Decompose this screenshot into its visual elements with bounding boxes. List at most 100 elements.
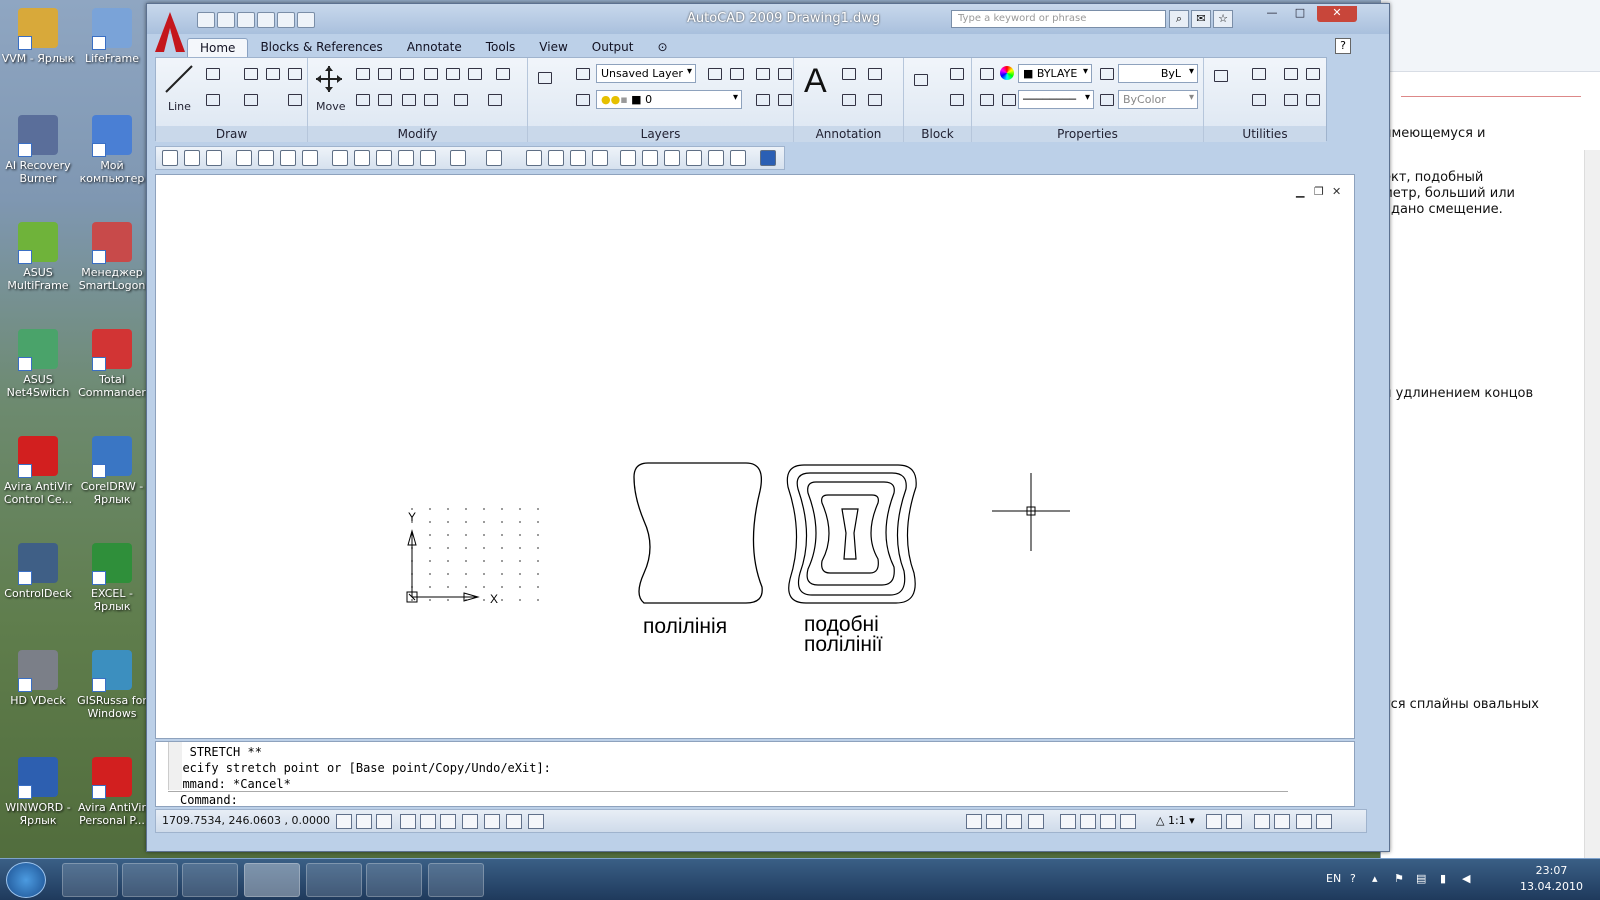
open-icon[interactable]: [184, 150, 200, 166]
osnap-icon[interactable]: [420, 814, 436, 829]
panel-title[interactable]: Annotation: [794, 126, 903, 142]
plotstyle-dropdown[interactable]: ByColor: [1118, 90, 1198, 109]
close-button[interactable]: ✕: [1317, 6, 1357, 22]
save-icon[interactable]: [206, 150, 222, 166]
save-icon[interactable]: [237, 12, 255, 28]
3d-dwf-icon[interactable]: [302, 150, 318, 166]
qnew-icon[interactable]: [162, 150, 178, 166]
lineweight-dropdown[interactable]: ByL: [1118, 64, 1198, 83]
color-wheel-icon[interactable]: [1000, 66, 1014, 80]
auto-scale-icon[interactable]: [1226, 814, 1242, 829]
cut-icon[interactable]: [332, 150, 348, 166]
leader-icon[interactable]: [864, 90, 884, 108]
layout1-icon[interactable]: [986, 814, 1002, 829]
workspace-icon[interactable]: [1254, 814, 1270, 829]
taskbar-autocad-icon[interactable]: [244, 863, 300, 897]
help-icon[interactable]: ?: [1335, 38, 1351, 54]
utility-icon[interactable]: [1280, 64, 1300, 82]
join-icon[interactable]: [420, 90, 440, 108]
match-prop-icon[interactable]: [398, 150, 414, 166]
panel-title[interactable]: Properties: [972, 126, 1203, 142]
snap-icon[interactable]: [336, 814, 352, 829]
rotate-icon[interactable]: [374, 64, 394, 82]
maximize-button[interactable]: □: [1287, 6, 1313, 22]
taskbar-opera-icon[interactable]: [428, 863, 484, 897]
grid-icon[interactable]: [356, 814, 372, 829]
desktop-icon[interactable]: WINWORD - Ярлык: [0, 757, 76, 827]
design-center-icon[interactable]: [642, 150, 658, 166]
ducs-icon[interactable]: [462, 814, 478, 829]
linetype-icon[interactable]: [998, 90, 1018, 108]
taskbar-word-icon[interactable]: [182, 863, 238, 897]
polar-icon[interactable]: [400, 814, 416, 829]
minimize-button[interactable]: —: [1259, 6, 1285, 22]
mirror-icon[interactable]: [464, 64, 484, 82]
block-editor-icon[interactable]: [420, 150, 436, 166]
panel-title[interactable]: Block: [904, 126, 971, 142]
insert-block-icon[interactable]: [910, 70, 940, 96]
taskbar-help-icon[interactable]: [366, 863, 422, 897]
lineweight-icon[interactable]: [1096, 64, 1116, 82]
new-icon[interactable]: [197, 12, 215, 28]
tab-output[interactable]: Output: [580, 38, 646, 58]
plotstyle-icon[interactable]: [1096, 90, 1116, 108]
circle-icon[interactable]: [202, 90, 222, 108]
taskbar-paint-icon[interactable]: [306, 863, 362, 897]
sheet-set-icon[interactable]: [686, 150, 702, 166]
multiline-text-icon[interactable]: A: [804, 62, 827, 101]
tray-expand-icon[interactable]: ▴: [1372, 872, 1378, 885]
paste-icon[interactable]: [376, 150, 392, 166]
lock-icon[interactable]: [1274, 814, 1290, 829]
annotation-visibility-icon[interactable]: [1206, 814, 1222, 829]
break-icon[interactable]: [398, 90, 418, 108]
desktop-icon[interactable]: HD VDeck: [0, 650, 76, 707]
utility-icon[interactable]: [1248, 90, 1268, 108]
stretch-icon[interactable]: [352, 90, 372, 108]
layer-previous-icon[interactable]: [572, 90, 592, 108]
title-bar[interactable]: AutoCAD 2009 Drawing1.dwg Type a keyword…: [147, 4, 1389, 34]
zoom-extents-icon[interactable]: [1210, 66, 1238, 94]
panel-title[interactable]: Layers: [528, 126, 793, 142]
lineweight-toggle-icon[interactable]: [506, 814, 522, 829]
tab-blocks-references[interactable]: Blocks & References: [248, 38, 394, 58]
command-scrollbar[interactable]: [168, 742, 182, 790]
move-icon[interactable]: [314, 64, 344, 94]
drawing-area[interactable]: ▁ ❐ ✕ Y X полілінія подобні полілінії: [155, 174, 1355, 739]
redo-icon[interactable]: [486, 150, 502, 166]
dyn-icon[interactable]: [484, 814, 500, 829]
utility-icon[interactable]: [1280, 90, 1300, 108]
undo-icon[interactable]: [450, 150, 466, 166]
status-menu-icon[interactable]: [1296, 814, 1312, 829]
coordinates-readout[interactable]: 1709.7534, 246.0603 , 0.0000: [162, 814, 330, 827]
layer-tool-icon[interactable]: [774, 64, 794, 82]
create-block-icon[interactable]: [946, 64, 966, 82]
polyline-icon[interactable]: [202, 64, 222, 82]
properties-icon[interactable]: [620, 150, 636, 166]
panel-title[interactable]: Utilities: [1204, 126, 1326, 142]
command-input[interactable]: Command:: [168, 791, 1288, 807]
model-icon[interactable]: [966, 814, 982, 829]
similar-polylines[interactable]: [786, 464, 917, 604]
publish-icon[interactable]: [280, 150, 296, 166]
markup-icon[interactable]: [708, 150, 724, 166]
utility-icon[interactable]: [1302, 90, 1322, 108]
tray-network-icon[interactable]: ▤: [1416, 872, 1426, 885]
communication-center-icon[interactable]: ✉: [1191, 10, 1211, 28]
desktop-icon[interactable]: Total Commander: [74, 329, 150, 399]
plot-preview-icon[interactable]: [258, 150, 274, 166]
desktop-icon[interactable]: Avira AntiVir Control Ce...: [0, 436, 76, 506]
background-document-window[interactable]: имеющемуся и ект, подобный метр, больший…: [1380, 0, 1600, 858]
help-icon[interactable]: [760, 150, 776, 166]
undo-icon[interactable]: [277, 12, 295, 28]
document-scrollbar[interactable]: [1584, 150, 1600, 858]
steering-wheel-icon[interactable]: [1100, 814, 1116, 829]
plot-icon[interactable]: [236, 150, 252, 166]
clock[interactable]: 23:07 13.04.2010: [1520, 863, 1583, 895]
taskbar-media-icon[interactable]: [122, 863, 178, 897]
rotate-arc-icon[interactable]: [240, 64, 260, 82]
calculator-icon[interactable]: [730, 150, 746, 166]
desktop-icon[interactable]: Менеджер SmartLogon: [74, 222, 150, 292]
print-icon[interactable]: [257, 12, 275, 28]
tab-view[interactable]: View: [527, 38, 579, 58]
language-indicator[interactable]: EN: [1326, 872, 1341, 885]
